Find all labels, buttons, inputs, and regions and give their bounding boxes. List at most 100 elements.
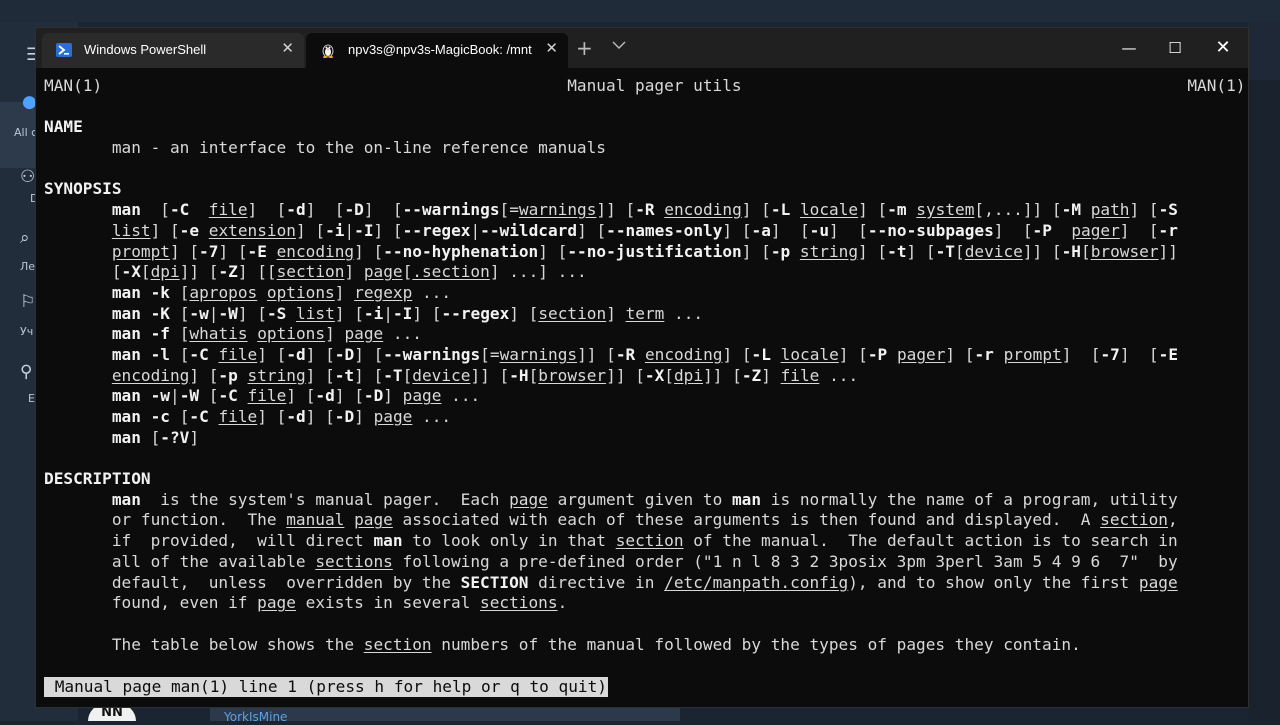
bold-text: -l: [150, 344, 170, 364]
bold-text: -d: [286, 407, 306, 426]
underlined-text: device: [412, 365, 471, 385]
text-segment: [257, 283, 267, 302]
text-segment: found, even if: [44, 593, 258, 613]
text-segment: [: [170, 303, 190, 323]
bold-text: -7: [199, 241, 219, 261]
close-window-button[interactable]: ✕: [1200, 28, 1246, 68]
text-segment: [: [664, 365, 674, 385]
bold-text: -H: [1061, 241, 1081, 261]
study-icon[interactable]: ⚐: [20, 292, 35, 312]
text-segment: [=: [499, 200, 519, 220]
background-link[interactable]: YorkIsMine: [224, 710, 287, 724]
new-tab-icon[interactable]: +: [576, 36, 593, 60]
text-segment: ...: [412, 407, 452, 426]
text-segment: [44, 324, 112, 343]
text-segment: associated with each of these arguments …: [392, 510, 1101, 530]
text-segment: [771, 345, 781, 364]
text-segment: .: [557, 593, 568, 613]
background-link-row[interactable]: YorkIsMine: [210, 706, 680, 724]
text-segment: [286, 304, 296, 323]
text-segment: ), and to show only the first: [848, 572, 1139, 592]
text-segment: [44, 221, 112, 240]
bold-text: -p: [770, 241, 791, 261]
folder-icon[interactable]: ⚇: [20, 167, 35, 187]
text-segment: default, unless overridden by the: [44, 572, 461, 592]
terminal-window: Windows PowerShell ✕ npv3s@npv3s-MagicBo…: [36, 28, 1248, 707]
text-segment: [635, 345, 645, 364]
chevron-down-icon[interactable]: [612, 40, 626, 50]
terminal-line: man -k [apropos options] regexp ...: [44, 283, 1240, 304]
terminal-line: [-X[dpi]] [-Z] [[section] page[.section]…: [44, 262, 1240, 283]
underlined-text: string: [799, 241, 859, 261]
text-segment: [44, 428, 112, 447]
minimize-button[interactable]: —: [1106, 28, 1152, 68]
underlined-text: options: [266, 282, 335, 302]
bold-text: --regex: [441, 303, 510, 323]
bold-text: -E: [247, 241, 267, 261]
title-bar[interactable]: Windows PowerShell ✕ npv3s@npv3s-MagicBo…: [36, 28, 1248, 68]
underlined-text: warnings: [518, 200, 597, 220]
bold-text: --regex: [402, 220, 471, 240]
bold-text: -L: [770, 200, 791, 220]
tab-windows-powershell[interactable]: Windows PowerShell ✕: [42, 33, 304, 68]
maximize-button[interactable]: ☐: [1152, 28, 1198, 68]
close-tab-icon[interactable]: ✕: [545, 39, 558, 57]
underlined-text: file: [780, 365, 820, 385]
underlined-text: manual: [286, 510, 345, 530]
terminal-line: man -K [-w|-W] [-S list] [-i|-I] [--rege…: [44, 304, 1240, 325]
terminal-line: if provided, will direct man to look onl…: [44, 531, 1240, 552]
text-segment: ]: [383, 386, 403, 406]
bold-text: -p: [218, 365, 238, 385]
text-segment: ...: [383, 324, 422, 344]
bold-text: -Z: [218, 262, 238, 282]
chat-icon[interactable]: ⌕: [20, 228, 30, 248]
terminal-line: man - an interface to the on-line refere…: [44, 138, 1240, 159]
chat-bubble-icon[interactable]: ●: [22, 92, 37, 112]
underlined-text: page: [354, 510, 393, 530]
terminal-line: found, even if page exists in several se…: [44, 593, 1240, 614]
text-segment: [44, 200, 112, 219]
text-segment: ] [: [305, 344, 335, 364]
text-segment: ] [: [829, 220, 868, 240]
tab-ubuntu[interactable]: npv3s@npv3s-MagicBook: /mnt ✕: [306, 33, 568, 68]
underlined-text: pager: [896, 344, 946, 364]
text-segment: |: [170, 386, 180, 406]
bold-text: -K: [150, 303, 170, 323]
bold-text: --warnings: [402, 200, 500, 220]
bold-text: -H: [509, 365, 529, 385]
bold-text: -e: [179, 220, 200, 240]
text-segment: ] [: [722, 220, 752, 240]
terminal-output[interactable]: MAN(1) Manual pager utils MAN(1) NAME man…: [44, 76, 1245, 704]
underlined-text: section: [1100, 510, 1168, 530]
text-segment: following a pre-defined order ("1 n l 8 …: [392, 551, 1178, 571]
underlined-text: file: [247, 386, 287, 406]
bold-text: -d: [286, 344, 306, 364]
bold-text: -?V: [160, 427, 190, 447]
text-segment: [141, 407, 151, 426]
bold-text: SYNOPSIS: [44, 179, 122, 199]
bold-text: -T: [935, 241, 955, 261]
terminal-line: default, unless overridden by the SECTIO…: [44, 573, 1240, 594]
tab-title: npv3s@npv3s-MagicBook: /mnt: [348, 42, 532, 57]
settings-icon[interactable]: ⚲: [20, 362, 32, 382]
underlined-text: page: [373, 407, 413, 426]
tab-title: Windows PowerShell: [84, 42, 207, 57]
terminal-line: man [-C file] [-d] [-D] [--warnings[=war…: [44, 200, 1240, 221]
underlined-text: section: [363, 634, 432, 654]
text-segment: ] [: [305, 365, 335, 385]
text-segment: all of the available: [44, 551, 316, 571]
close-tab-icon[interactable]: ✕: [281, 39, 294, 57]
underlined-text: sections: [315, 551, 393, 571]
text-segment: ]: [334, 282, 355, 302]
underlined-text: whatis: [189, 324, 248, 344]
text-segment: ] [: [354, 344, 384, 364]
bold-text: man: [111, 489, 141, 509]
bold-text: -C: [189, 344, 209, 364]
underlined-text: encoding: [276, 241, 355, 261]
text-segment: [: [44, 262, 122, 282]
text-segment: [655, 200, 665, 219]
text-segment: [141, 386, 151, 405]
text-segment: The table below shows the: [44, 634, 364, 654]
text-segment: ] [: [237, 303, 267, 323]
underlined-text: browser: [538, 365, 607, 385]
